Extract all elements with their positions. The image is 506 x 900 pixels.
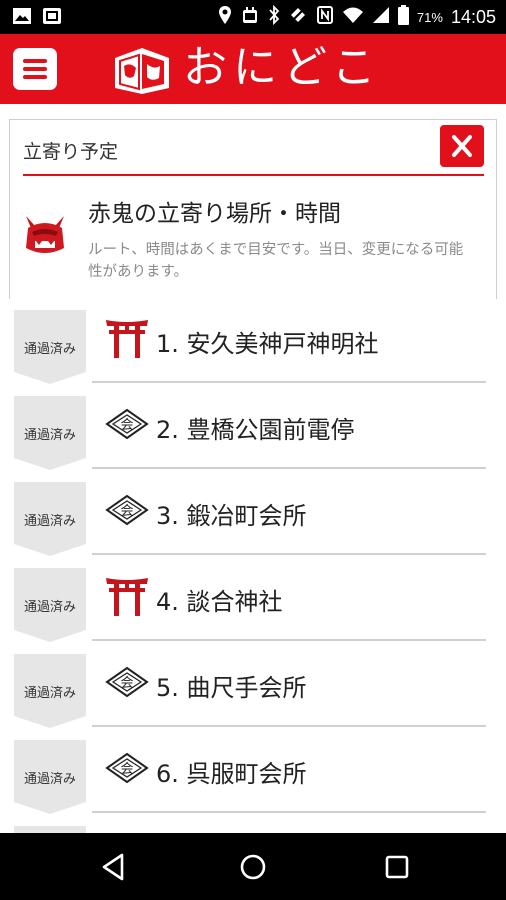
- torii-icon: [104, 576, 150, 616]
- route-stop-row[interactable]: 通過済み 会 3. 鍛冶町会所: [0, 468, 506, 556]
- app-header: おにどこ: [0, 34, 506, 104]
- svg-text:会: 会: [120, 762, 133, 777]
- image-icon: [12, 7, 32, 29]
- passed-status-badge: 通過済み: [14, 396, 86, 470]
- stop-schedule-panel: 立寄り予定 赤鬼の立寄り場所・時間 ルート、時間はあくまで目安です。当日、変更に…: [9, 119, 497, 299]
- stop-name: 4. 談合神社: [156, 588, 283, 616]
- location-icon: [218, 5, 232, 29]
- stop-name: 1. 安久美神戸神明社: [156, 330, 379, 358]
- torii-icon: [104, 318, 150, 358]
- passed-status-badge: [14, 826, 86, 833]
- svg-text:会: 会: [120, 418, 133, 433]
- signal-icon: [372, 6, 390, 28]
- route-list[interactable]: 通過済み 1. 安久美神戸神明社 通過済み 会 2. 豊橋公園前電停 通過済み …: [0, 296, 506, 833]
- route-stop-row[interactable]: 通過済み 会 6. 呉服町会所: [0, 726, 506, 814]
- home-circle-icon: [240, 854, 266, 880]
- close-button[interactable]: [440, 125, 484, 167]
- recents-button[interactable]: [379, 849, 415, 885]
- battery-percent: 71%: [416, 9, 443, 25]
- wifi-icon: [342, 6, 364, 28]
- route-stop-row-partial: [0, 812, 506, 833]
- route-stop-row[interactable]: 通過済み 会 5. 曲尺手会所: [0, 640, 506, 728]
- kai-diamond-icon: 会: [104, 404, 150, 444]
- svg-text:会: 会: [120, 676, 133, 691]
- panel-note: ルート、時間はあくまで目安です。当日、変更になる可能性があります。: [88, 242, 464, 280]
- kai-diamond-icon: 会: [104, 748, 150, 788]
- passed-status-badge: 通過済み: [14, 654, 86, 728]
- onidoko-logo: [112, 44, 172, 96]
- panel-heading: 赤鬼の立寄り場所・時間: [88, 201, 341, 227]
- bluetooth-icon: [268, 4, 280, 29]
- back-button[interactable]: [96, 849, 132, 885]
- system-nav-bar: [0, 833, 506, 900]
- route-stop-row[interactable]: 通過済み 4. 談合神社: [0, 554, 506, 642]
- stop-name: 2. 豊橋公園前電停: [156, 416, 355, 444]
- passed-status-badge: 通過済み: [14, 740, 86, 814]
- svg-text:会: 会: [120, 504, 133, 519]
- route-stop-row[interactable]: 通過済み 会 2. 豊橋公園前電停: [0, 382, 506, 470]
- kai-diamond-icon: 会: [104, 490, 150, 530]
- close-icon: [452, 135, 472, 157]
- home-button[interactable]: [235, 849, 271, 885]
- route-stop-row[interactable]: 通過済み 1. 安久美神戸神明社: [0, 296, 506, 384]
- passed-status-badge: 通過済み: [14, 568, 86, 642]
- stop-name: 3. 鍛冶町会所: [156, 502, 307, 530]
- status-bar: 71% 14:05: [0, 0, 506, 34]
- android-robot-icon: [240, 5, 260, 29]
- passed-status-badge: 通過済み: [14, 310, 86, 384]
- menu-button[interactable]: [13, 48, 57, 90]
- red-oni-icon: [22, 212, 68, 258]
- mute-icon: [288, 5, 308, 29]
- gallery-icon: [42, 7, 62, 29]
- stop-name: 5. 曲尺手会所: [156, 674, 307, 702]
- nfc-icon: [316, 5, 334, 29]
- clock-time: 14:05: [450, 6, 496, 27]
- back-triangle-icon: [102, 853, 124, 881]
- kai-diamond-icon: 会: [104, 662, 150, 702]
- panel-title: 立寄り予定: [23, 141, 119, 163]
- app-title: おにどこ: [183, 42, 382, 93]
- stop-name: 6. 呉服町会所: [156, 760, 307, 788]
- battery-icon: [397, 5, 409, 29]
- panel-divider: [23, 174, 484, 176]
- recents-square-icon: [385, 855, 409, 879]
- passed-status-badge: 通過済み: [14, 482, 86, 556]
